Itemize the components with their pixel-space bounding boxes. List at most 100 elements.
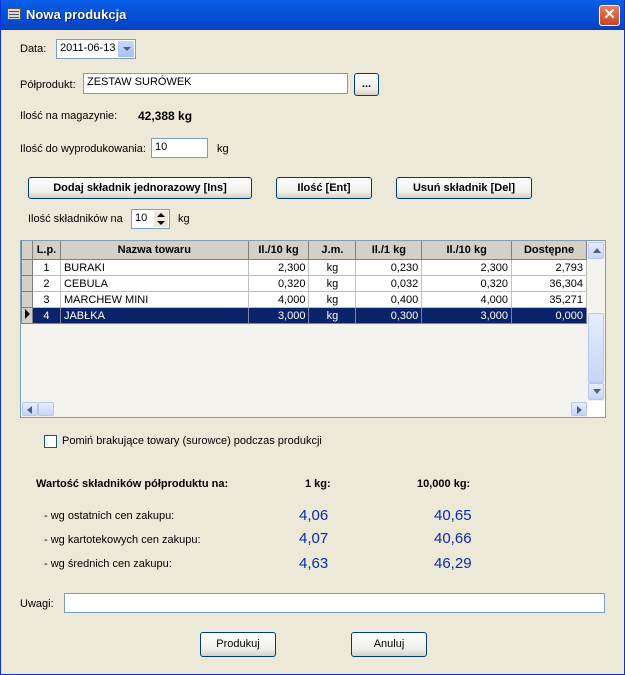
- app-icon: [7, 8, 21, 20]
- skip-missing-label[interactable]: Pomiń brakujące towary (surowce) podczas…: [62, 435, 322, 447]
- value-10kg: 46,29: [434, 555, 472, 572]
- stock-value: 42,388 kg: [138, 109, 193, 123]
- table-cell[interactable]: 0,320: [421, 275, 513, 292]
- spinner[interactable]: [154, 211, 168, 227]
- table-cell[interactable]: 2,300: [421, 259, 513, 276]
- value-1kg: 4,63: [299, 555, 329, 572]
- value-row-label: - wg kartotekowych cen zakupu:: [44, 534, 201, 546]
- spin-up-icon[interactable]: [154, 211, 168, 219]
- scroll-down-icon[interactable]: [588, 383, 604, 400]
- ingredients-grid[interactable]: L.p. Nazwa towaru Il./10 kg J.m. Il./1 k…: [20, 240, 606, 418]
- spin-down-icon[interactable]: [154, 219, 168, 227]
- vertical-scrollbar[interactable]: [587, 241, 605, 401]
- table-cell[interactable]: 0,230: [355, 259, 423, 276]
- column-header[interactable]: L.p.: [31, 241, 61, 260]
- table-cell[interactable]: BURAKI: [59, 259, 249, 276]
- value-10kg: 40,66: [434, 530, 472, 547]
- horizontal-scroll-thumb[interactable]: [38, 402, 54, 416]
- column-header[interactable]: Il./10 kg: [247, 241, 310, 260]
- table-cell[interactable]: JABŁKA: [59, 307, 249, 324]
- stock-label: Ilość na magazynie:: [20, 110, 118, 122]
- scroll-right-icon[interactable]: [571, 402, 587, 416]
- table-cell[interactable]: kg: [308, 307, 357, 324]
- table-cell[interactable]: kg: [308, 291, 357, 308]
- column-header[interactable]: Il./1 kg: [355, 241, 423, 260]
- date-value: 2011-06-13: [60, 42, 116, 54]
- table-cell[interactable]: 1: [31, 259, 61, 276]
- table-cell[interactable]: 0,320: [247, 275, 310, 292]
- table-cell[interactable]: 2,793: [511, 259, 587, 276]
- column-header[interactable]: Dostępne: [511, 241, 587, 260]
- ingredients-per-stepper[interactable]: 10: [131, 209, 170, 229]
- column-header[interactable]: Nazwa towaru: [59, 241, 249, 260]
- table-row[interactable]: 1 BURAKI 2,300 kg 0,230 2,300 2,793: [21, 259, 587, 276]
- remove-ingredient-button[interactable]: Usuń składnik [Del]: [396, 177, 532, 199]
- produce-unit: kg: [217, 143, 229, 155]
- quantity-button[interactable]: Ilość [Ent]: [276, 177, 372, 199]
- row-indicator[interactable]: [21, 259, 33, 276]
- chevron-down-icon[interactable]: [118, 41, 134, 57]
- table-header-row: L.p. Nazwa towaru Il./10 kg J.m. Il./1 k…: [21, 241, 587, 260]
- values-header: Wartość składników półproduktu na:: [36, 478, 229, 490]
- ingredients-per-unit: kg: [178, 213, 190, 225]
- value-10kg: 40,65: [434, 507, 472, 524]
- production-dialog: Nowa produkcja ✕ Data: 2011-06-13 Półpro…: [0, 0, 625, 675]
- table-cell[interactable]: 4,000: [247, 291, 310, 308]
- table-cell[interactable]: 0,300: [355, 307, 423, 324]
- notes-input[interactable]: [64, 593, 605, 613]
- close-button[interactable]: ✕: [599, 5, 620, 26]
- table-cell[interactable]: 4,000: [421, 291, 513, 308]
- produce-qty-label: Ilość do wyprodukowania:: [20, 143, 146, 155]
- skip-missing-checkbox[interactable]: [44, 435, 57, 448]
- table-cell[interactable]: 0,032: [355, 275, 423, 292]
- values-col-1kg: 1 kg:: [305, 478, 331, 490]
- row-indicator[interactable]: [21, 291, 33, 308]
- window-title: Nowa produkcja: [26, 7, 127, 22]
- cancel-button[interactable]: Anuluj: [351, 632, 427, 657]
- grid-content: L.p. Nazwa towaru Il./10 kg J.m. Il./1 k…: [21, 241, 587, 401]
- row-pointer-icon[interactable]: [21, 307, 33, 324]
- value-row-label: - wg ostatnich cen zakupu:: [44, 510, 175, 522]
- table-cell[interactable]: kg: [308, 259, 357, 276]
- produce-button[interactable]: Produkuj: [200, 632, 276, 657]
- produce-qty-input[interactable]: 10: [151, 138, 208, 158]
- ingredients-per-value: 10: [135, 212, 148, 224]
- table-cell[interactable]: MARCHEW MINI: [59, 291, 249, 308]
- table-cell[interactable]: 3: [31, 291, 61, 308]
- table-cell[interactable]: 35,271: [511, 291, 587, 308]
- date-picker[interactable]: 2011-06-13: [56, 39, 136, 59]
- browse-button[interactable]: ...: [354, 73, 379, 96]
- table-cell[interactable]: 0,400: [355, 291, 423, 308]
- table-row[interactable]: 2 CEBULA 0,320 kg 0,032 0,320 36,304: [21, 275, 587, 292]
- header-indicator: [21, 241, 33, 260]
- horizontal-scrollbar[interactable]: [21, 401, 587, 417]
- column-header[interactable]: Il./10 kg: [421, 241, 513, 260]
- date-label: Data:: [20, 43, 47, 55]
- value-row-label: - wg średnich cen zakupu:: [44, 558, 172, 570]
- add-ingredient-button[interactable]: Dodaj składnik jednorazowy [Ins]: [28, 177, 252, 199]
- vertical-scroll-thumb[interactable]: [588, 313, 604, 383]
- ingredients-table: L.p. Nazwa towaru Il./10 kg J.m. Il./1 k…: [21, 241, 587, 324]
- table-cell[interactable]: kg: [308, 275, 357, 292]
- scroll-up-icon[interactable]: [588, 242, 604, 259]
- row-indicator[interactable]: [21, 275, 33, 292]
- table-cell[interactable]: 4: [31, 307, 61, 324]
- scroll-left-icon[interactable]: [22, 402, 38, 416]
- table-cell[interactable]: 0,000: [511, 307, 587, 324]
- product-label: Półprodukt:: [20, 79, 76, 91]
- value-1kg: 4,07: [299, 530, 329, 547]
- product-input[interactable]: ZESTAW SURÓWEK: [83, 73, 348, 94]
- table-row-selected[interactable]: 4 JABŁKA 3,000 kg 0,300 3,000 0,000: [21, 307, 587, 324]
- ingredients-per-label: Ilość składników na: [28, 213, 123, 225]
- values-col-10kg: 10,000 kg:: [417, 478, 471, 490]
- table-cell[interactable]: CEBULA: [59, 275, 249, 292]
- title-bar[interactable]: Nowa produkcja ✕: [1, 0, 624, 30]
- table-cell[interactable]: 3,000: [421, 307, 513, 324]
- table-cell[interactable]: 2: [31, 275, 61, 292]
- value-1kg: 4,06: [299, 507, 329, 524]
- table-cell[interactable]: 36,304: [511, 275, 587, 292]
- table-cell[interactable]: 3,000: [247, 307, 310, 324]
- table-row[interactable]: 3 MARCHEW MINI 4,000 kg 0,400 4,000 35,2…: [21, 291, 587, 308]
- table-cell[interactable]: 2,300: [247, 259, 310, 276]
- column-header[interactable]: J.m.: [308, 241, 357, 260]
